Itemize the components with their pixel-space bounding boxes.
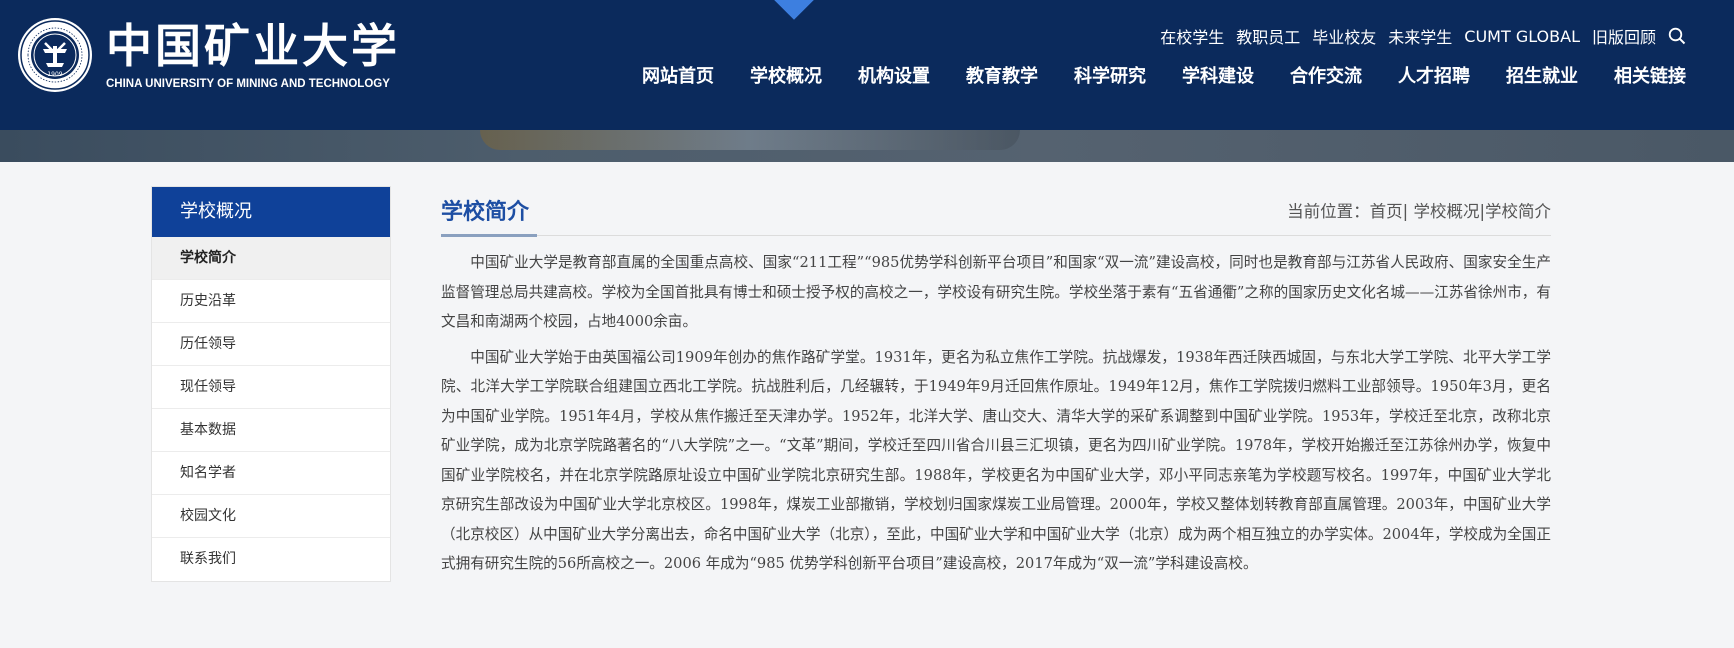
sidebar-item-contact[interactable]: 联系我们 — [152, 538, 390, 581]
search-icon[interactable] — [1668, 27, 1686, 45]
sidebar-item-scholars[interactable]: 知名学者 — [152, 452, 390, 495]
nav-overview[interactable]: 学校概况 — [732, 64, 840, 90]
content-header: 学校简介 当前位置：首页| 学校概况|学校简介 — [441, 186, 1551, 237]
top-link-students[interactable]: 在校学生 — [1160, 24, 1224, 48]
site-header: 1909 中国矿业大学 CHINA UNIVERSITY OF MINING A… — [0, 0, 1734, 130]
article-paragraph: 中国矿业大学始于由英国福公司1909年创办的焦作路矿学堂。1931年，更名为私立… — [441, 348, 1551, 573]
logo-year: 1909 — [47, 71, 62, 78]
breadcrumb-home[interactable]: 首页 — [1370, 202, 1403, 221]
top-link-global[interactable]: CUMT GLOBAL — [1464, 27, 1580, 46]
sidebar-item-campus-culture[interactable]: 校园文化 — [152, 495, 390, 538]
breadcrumb-section[interactable]: 学校概况 — [1413, 202, 1479, 221]
breadcrumb-current[interactable]: 学校简介 — [1485, 202, 1551, 221]
brand-name-en: CHINA UNIVERSITY OF MINING AND TECHNOLOG… — [106, 78, 390, 90]
sidebar: 学校概况 学校简介 历史沿革 历任领导 现任领导 基本数据 知名学者 校园文化 … — [151, 186, 391, 582]
breadcrumb-prefix: 当前位置： — [1287, 202, 1370, 221]
nav-home[interactable]: 网站首页 — [624, 64, 732, 90]
title-underline — [441, 234, 537, 237]
nav-disciplines[interactable]: 学科建设 — [1164, 64, 1272, 90]
top-link-future-students[interactable]: 未来学生 — [1388, 24, 1452, 48]
sidebar-title: 学校概况 — [152, 187, 390, 237]
main-content: 学校简介 当前位置：首页| 学校概况|学校简介 中国矿业大学是教育部直属的全国重… — [441, 186, 1551, 585]
header-diamond-decoration — [774, 0, 814, 20]
article-paragraph: 中国矿业大学是教育部直属的全国重点高校、国家“211工程”“985优势学科创新平… — [441, 254, 1551, 330]
sidebar-item-history[interactable]: 历史沿革 — [152, 280, 390, 323]
nav-research[interactable]: 科学研究 — [1056, 64, 1164, 90]
nav-links[interactable]: 相关链接 — [1596, 64, 1686, 90]
main-nav: 网站首页 学校概况 机构设置 教育教学 科学研究 学科建设 合作交流 人才招聘 … — [624, 64, 1686, 90]
nav-admissions[interactable]: 招生就业 — [1488, 64, 1596, 90]
sidebar-item-basic-data[interactable]: 基本数据 — [152, 409, 390, 452]
banner-image-fragment — [480, 130, 1020, 150]
brand-name-cn[interactable]: 中国矿业大学 — [106, 20, 400, 72]
nav-education[interactable]: 教育教学 — [948, 64, 1056, 90]
page-title: 学校简介 — [441, 200, 530, 225]
top-links: 在校学生 教职员工 毕业校友 未来学生 CUMT GLOBAL 旧版回顾 — [1160, 24, 1686, 48]
university-seal-icon[interactable]: 1909 — [16, 16, 94, 94]
nav-recruitment[interactable]: 人才招聘 — [1380, 64, 1488, 90]
nav-organization[interactable]: 机构设置 — [840, 64, 948, 90]
breadcrumb: 当前位置：首页| 学校概况|学校简介 — [1287, 198, 1551, 222]
sidebar-item-current-leaders[interactable]: 现任领导 — [152, 366, 390, 409]
article-body: 中国矿业大学是教育部直属的全国重点高校、国家“211工程”“985优势学科创新平… — [441, 236, 1551, 579]
breadcrumb-separator: | — [1402, 202, 1409, 221]
sidebar-item-former-leaders[interactable]: 历任领导 — [152, 323, 390, 366]
banner-strip — [0, 130, 1734, 162]
top-link-staff[interactable]: 教职员工 — [1236, 24, 1300, 48]
sidebar-item-introduction[interactable]: 学校简介 — [152, 237, 390, 280]
top-link-alumni[interactable]: 毕业校友 — [1312, 24, 1376, 48]
top-link-old-version[interactable]: 旧版回顾 — [1592, 24, 1656, 48]
nav-cooperation[interactable]: 合作交流 — [1272, 64, 1380, 90]
